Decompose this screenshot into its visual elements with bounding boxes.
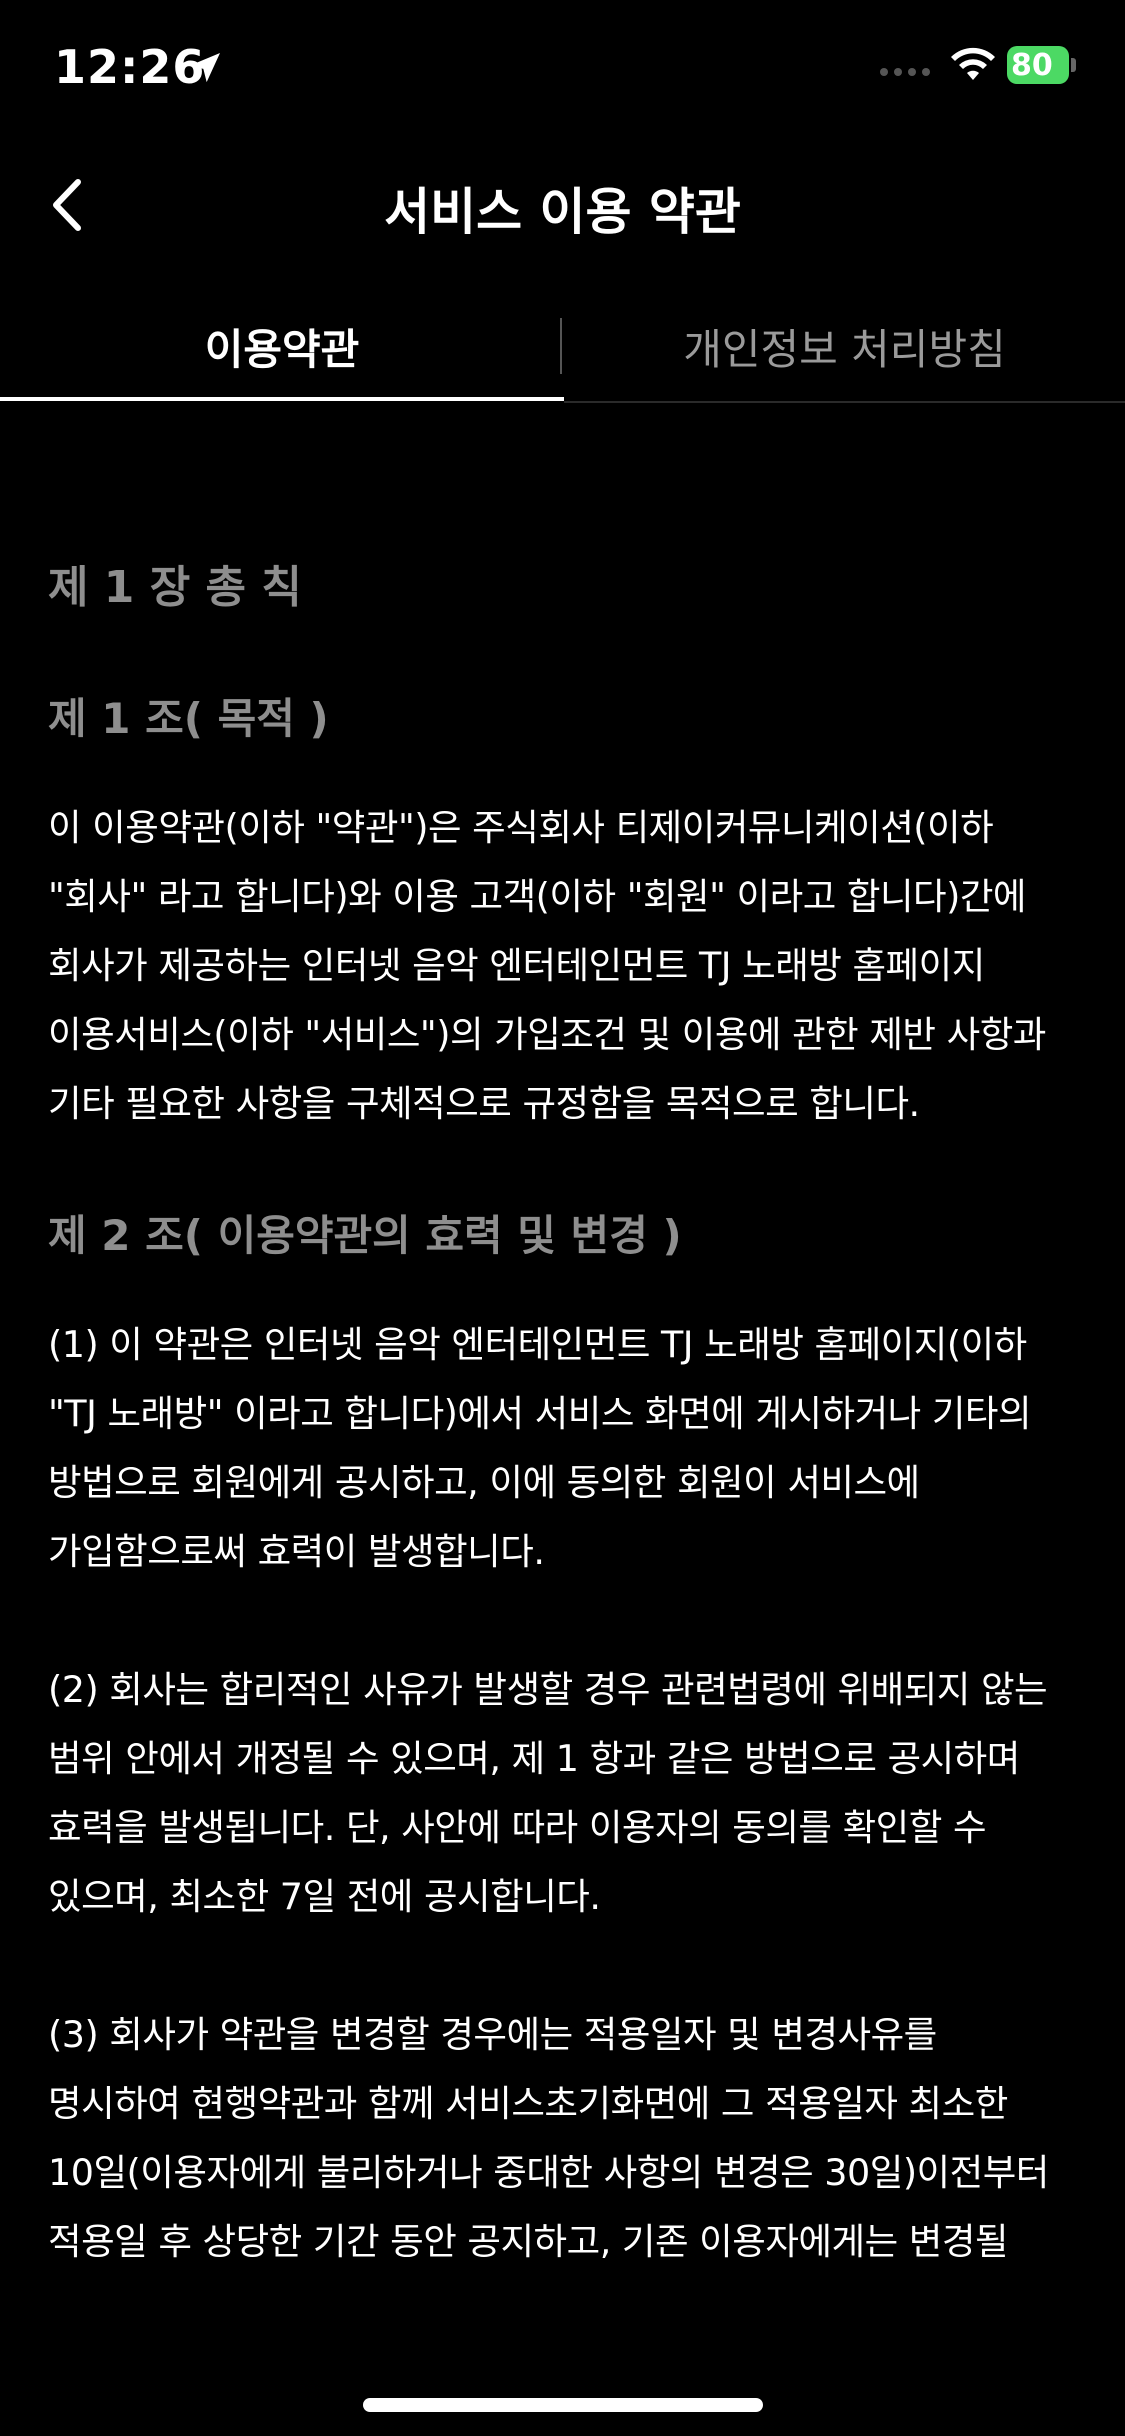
tab-terms-of-use[interactable]: 이용약관 — [0, 290, 564, 402]
article-1-title: 제 1 조( 목적 ) — [48, 694, 329, 743]
terms-content[interactable]: 제 1 장 총 칙 제 1 조( 목적 ) 이 이용약관(이하 "약관")은 주… — [48, 555, 1078, 2276]
status-time: 12:26 — [54, 40, 206, 94]
article-2-title: 제 2 조( 이용약관의 효력 및 변경 ) — [48, 1211, 682, 1260]
tab-divider — [560, 318, 562, 374]
battery-charging-icon: 80 — [1007, 46, 1077, 86]
nav-bar: 서비스 이용 약관 — [0, 150, 1125, 260]
article-2-paragraph-1: (1) 이 약관은 인터넷 음악 엔터테인먼트 TJ 노래방 홈페이지(이하 "… — [48, 1323, 1032, 1573]
status-bar: 12:26 80 — [0, 0, 1125, 135]
home-indicator[interactable] — [363, 2398, 763, 2412]
active-tab-indicator — [0, 397, 564, 401]
location-arrow-icon — [190, 53, 220, 83]
tab-privacy-policy[interactable]: 개인정보 처리방침 — [564, 290, 1125, 402]
tabs-divider-line — [564, 401, 1125, 403]
wifi-icon — [951, 47, 995, 80]
article-2-paragraph-3: (3) 회사가 약관을 변경할 경우에는 적용일자 및 변경사유를 명시하여 현… — [48, 2013, 1049, 2263]
article-1-paragraph: 이 이용약관(이하 "약관")은 주식회사 티제이커뮤니케이션(이하 "회사" … — [48, 806, 1046, 1125]
tab-bar: 이용약관 개인정보 처리방침 — [0, 290, 1125, 405]
chapter-title: 제 1 장 총 칙 — [48, 562, 302, 613]
battery-level: 80 — [1011, 48, 1053, 83]
page-title: 서비스 이용 약관 — [384, 183, 741, 241]
signal-dots-icon — [880, 68, 930, 76]
article-2-paragraph-2: (2) 회사는 합리적인 사유가 발생할 경우 관련법령에 위배되지 않는 범위… — [48, 1668, 1048, 1918]
